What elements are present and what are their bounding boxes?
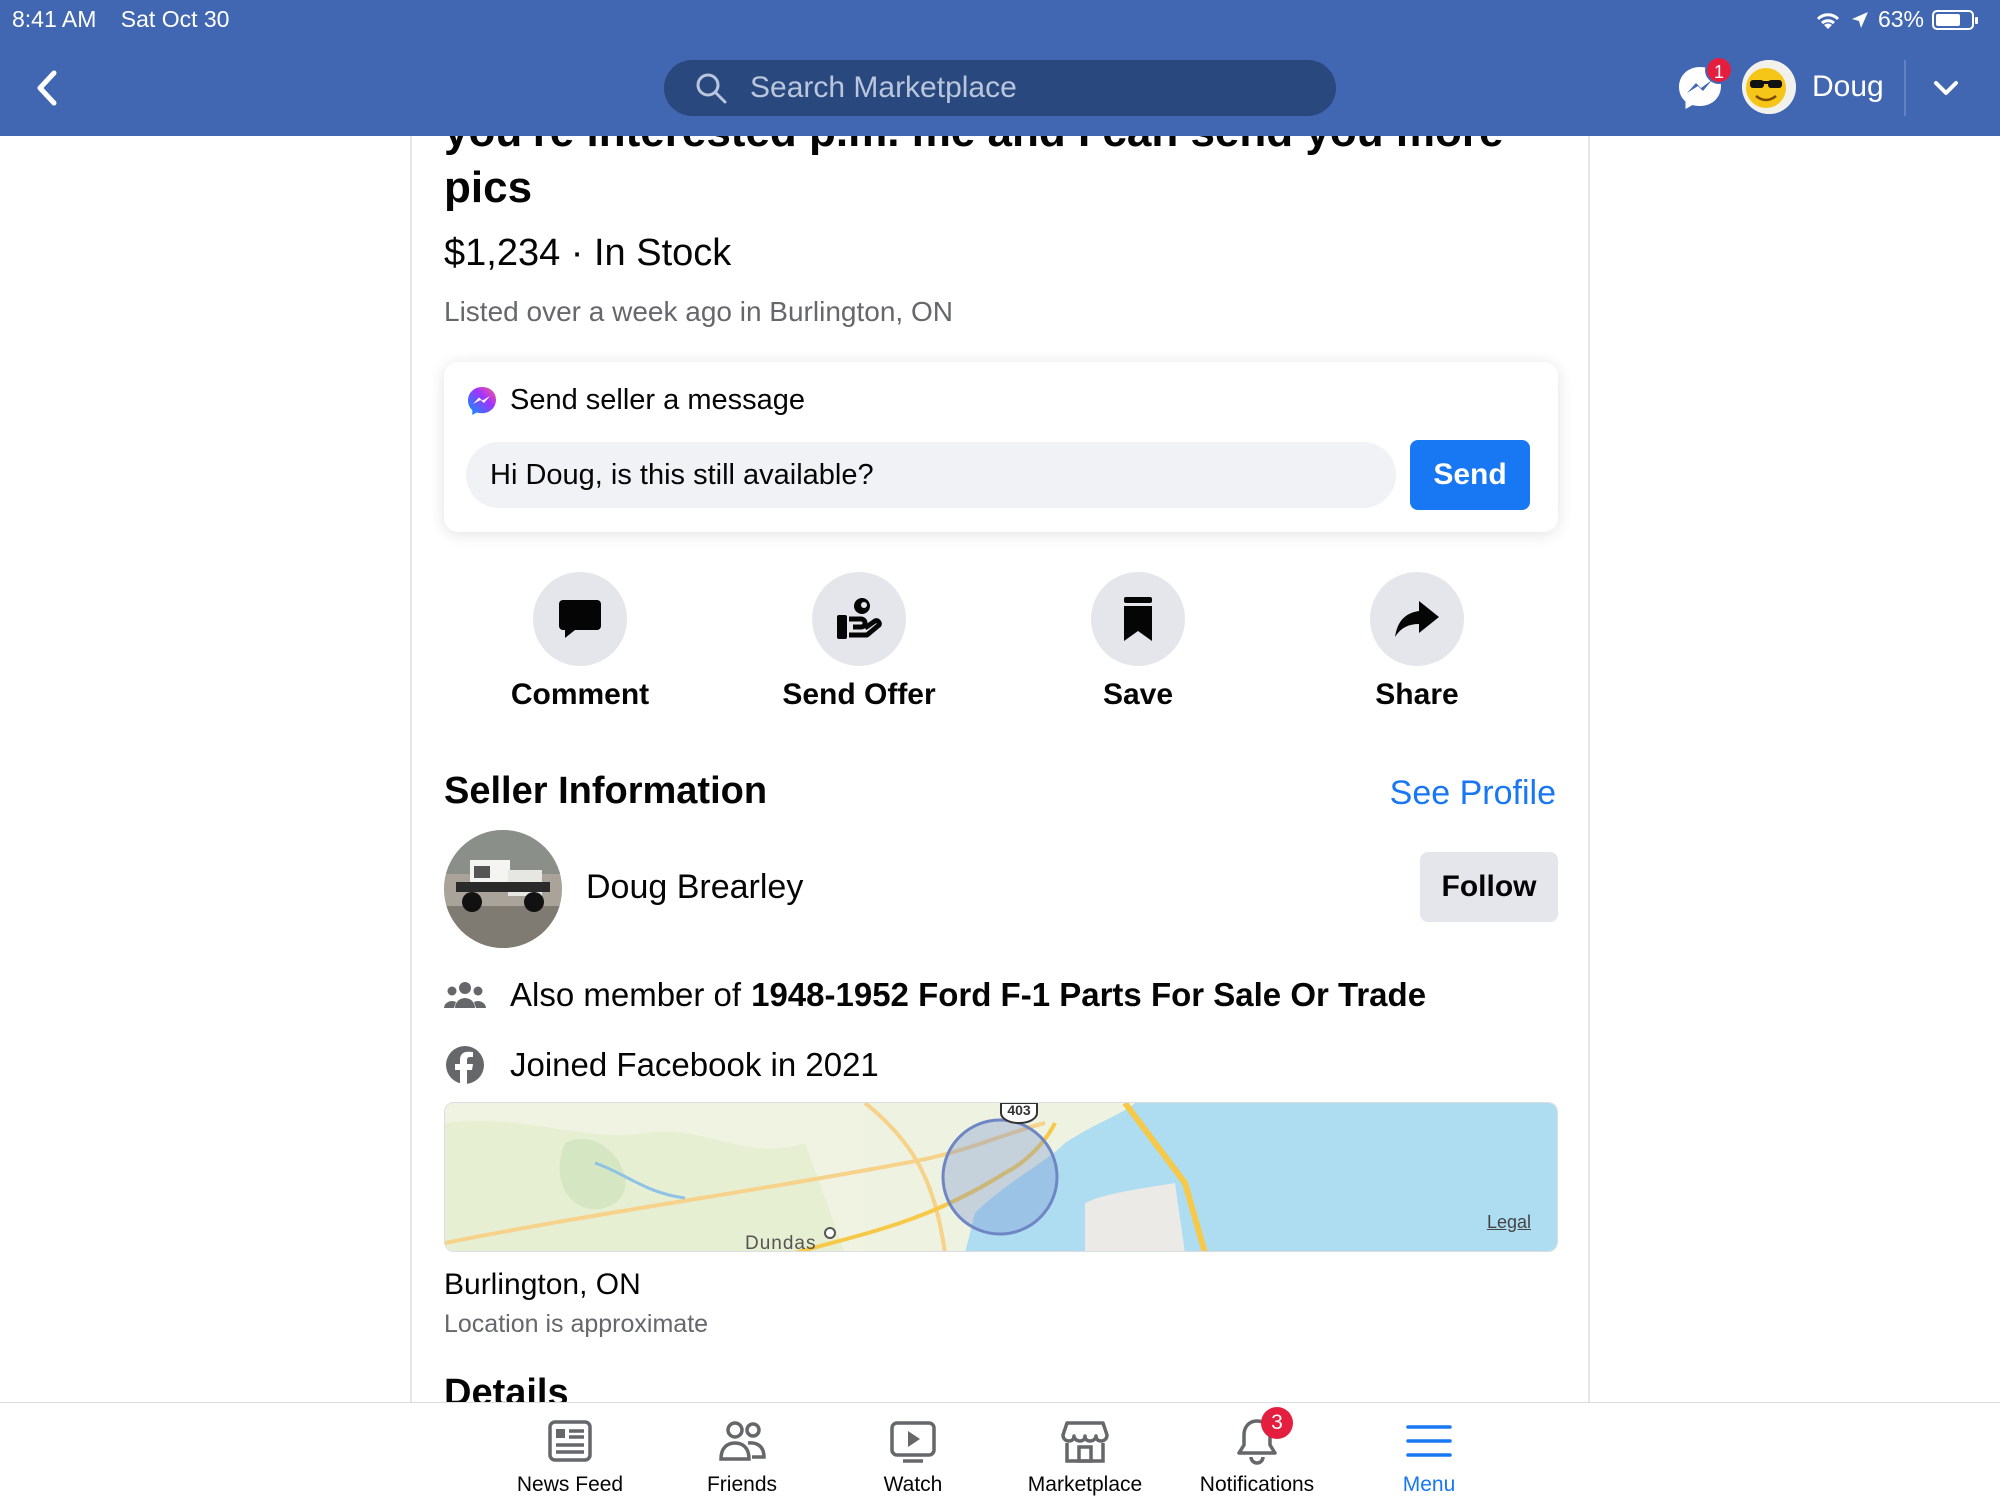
battery-percent: 63% xyxy=(1877,6,1924,32)
comment-circle xyxy=(533,572,627,666)
notifications-badge: 3 xyxy=(1261,1407,1293,1439)
seller-name[interactable]: Doug Brearley xyxy=(586,868,803,907)
nav-notifications[interactable]: 3 Notifications xyxy=(1172,1407,1342,1497)
share-button[interactable]: Share xyxy=(1317,572,1517,712)
follow-button[interactable]: Follow xyxy=(1420,852,1558,922)
location-map[interactable]: 403 Dundas Legal xyxy=(444,1102,1558,1252)
watch-icon xyxy=(889,1417,937,1465)
chevron-left-icon xyxy=(37,70,57,106)
marketplace-icon xyxy=(1061,1417,1109,1465)
send-offer-button[interactable]: Send Offer xyxy=(759,572,959,712)
highway-403-label: 403 xyxy=(1007,1103,1031,1118)
location-subtitle: Location is approximate xyxy=(444,1310,709,1338)
wifi-icon xyxy=(1816,12,1840,29)
nav-menu[interactable]: Menu xyxy=(1344,1417,1514,1497)
emoji-avatar-icon xyxy=(1742,60,1796,114)
member-prefix: Also member of xyxy=(510,976,742,1013)
comment-button[interactable]: Comment xyxy=(480,572,680,712)
truck-photo-icon xyxy=(444,830,562,948)
save-circle xyxy=(1091,572,1185,666)
send-button[interactable]: Send xyxy=(1410,440,1530,510)
message-input[interactable] xyxy=(466,442,1396,508)
messenger-badge: 1 xyxy=(1705,56,1733,84)
menu-icon xyxy=(1405,1417,1453,1465)
listing-date-location: Listed over a week ago in Burlington, ON xyxy=(444,296,953,327)
news-feed-icon xyxy=(546,1417,594,1465)
facebook-icon xyxy=(444,1044,486,1086)
battery-icon xyxy=(1932,9,1978,30)
status-bar-right: 63% xyxy=(1814,6,1978,33)
send-offer-label: Send Offer xyxy=(782,678,936,711)
search-bar[interactable]: Search Marketplace xyxy=(664,60,1336,116)
account-menu-button[interactable] xyxy=(1928,74,1964,102)
map-image: 403 xyxy=(445,1103,1557,1251)
listing-price-stock: $1,234 · In Stock xyxy=(444,232,732,274)
share-label: Share xyxy=(1375,678,1459,711)
nav-watch[interactable]: Watch xyxy=(828,1417,998,1497)
nav-marketplace[interactable]: Marketplace xyxy=(1000,1417,1170,1497)
map-legal-link[interactable]: Legal xyxy=(1487,1212,1531,1233)
nav-watch-label: Watch xyxy=(883,1473,943,1496)
status-time: 8:41 AM xyxy=(12,6,97,32)
share-circle xyxy=(1370,572,1464,666)
bookmark-icon xyxy=(1124,597,1152,641)
nav-friends-label: Friends xyxy=(706,1473,778,1496)
member-of-row: Also member of 1948-1952 Ford F-1 Parts … xyxy=(444,974,1426,1016)
user-name[interactable]: Doug xyxy=(1812,70,1884,104)
marketplace-listing-page: 8:41 AM Sat Oct 30 63% Search Marketplac… xyxy=(0,0,2000,1500)
nav-notifications-label: Notifications xyxy=(1199,1473,1315,1496)
message-seller-card: Send seller a message Send xyxy=(444,362,1558,532)
search-icon xyxy=(696,73,727,104)
group-icon xyxy=(444,974,486,1016)
comment-label: Comment xyxy=(510,678,650,711)
see-profile-link[interactable]: See Profile xyxy=(1390,774,1556,813)
nav-marketplace-label: Marketplace xyxy=(1027,1473,1143,1496)
user-avatar[interactable] xyxy=(1742,60,1796,114)
joined-row: Joined Facebook in 2021 xyxy=(444,1044,879,1086)
header-divider xyxy=(1904,60,1906,116)
listing-content: you're interested p.m. me and I can send… xyxy=(410,136,1590,1404)
messenger-gradient-icon xyxy=(468,386,496,415)
bottom-navigation: News Feed Friends Watch Marketplace 3 No… xyxy=(0,1402,2000,1500)
listing-title: you're interested p.m. me and I can send… xyxy=(444,136,1503,212)
listing-actions: Comment Send Offer Save Share xyxy=(444,572,1558,722)
details-heading: Details xyxy=(444,1372,569,1404)
nav-news-feed-label: News Feed xyxy=(516,1473,624,1496)
bell-icon: 3 xyxy=(1233,1407,1293,1465)
location-arrow-icon xyxy=(1851,11,1868,28)
chevron-down-icon xyxy=(1934,81,1958,95)
friends-icon xyxy=(718,1417,766,1465)
status-bar-left: 8:41 AM Sat Oct 30 xyxy=(12,6,247,33)
nav-news-feed[interactable]: News Feed xyxy=(485,1417,655,1497)
location-title: Burlington, ON xyxy=(444,1268,641,1301)
save-button[interactable]: Save xyxy=(1038,572,1238,712)
comment-icon xyxy=(559,600,601,638)
offer-icon xyxy=(837,598,882,639)
save-label: Save xyxy=(1102,678,1174,711)
share-icon xyxy=(1395,601,1439,637)
nav-menu-label: Menu xyxy=(1402,1473,1456,1496)
member-group-link[interactable]: 1948-1952 Ford F-1 Parts For Sale Or Tra… xyxy=(751,976,1426,1014)
send-offer-circle xyxy=(812,572,906,666)
back-button[interactable] xyxy=(26,66,66,110)
message-card-header: Send seller a message xyxy=(466,384,805,417)
top-bar: 8:41 AM Sat Oct 30 63% Search Marketplac… xyxy=(0,0,2000,136)
seller-info-title: Seller Information xyxy=(444,770,768,812)
nav-friends[interactable]: Friends xyxy=(657,1417,827,1497)
seller-avatar[interactable] xyxy=(444,830,562,948)
joined-text: Joined Facebook in 2021 xyxy=(510,1046,879,1083)
map-town-label: Dundas xyxy=(745,1233,817,1252)
status-date: Sat Oct 30 xyxy=(120,6,230,32)
search-placeholder: Search Marketplace xyxy=(750,71,1017,104)
message-card-title: Send seller a message xyxy=(510,384,805,416)
